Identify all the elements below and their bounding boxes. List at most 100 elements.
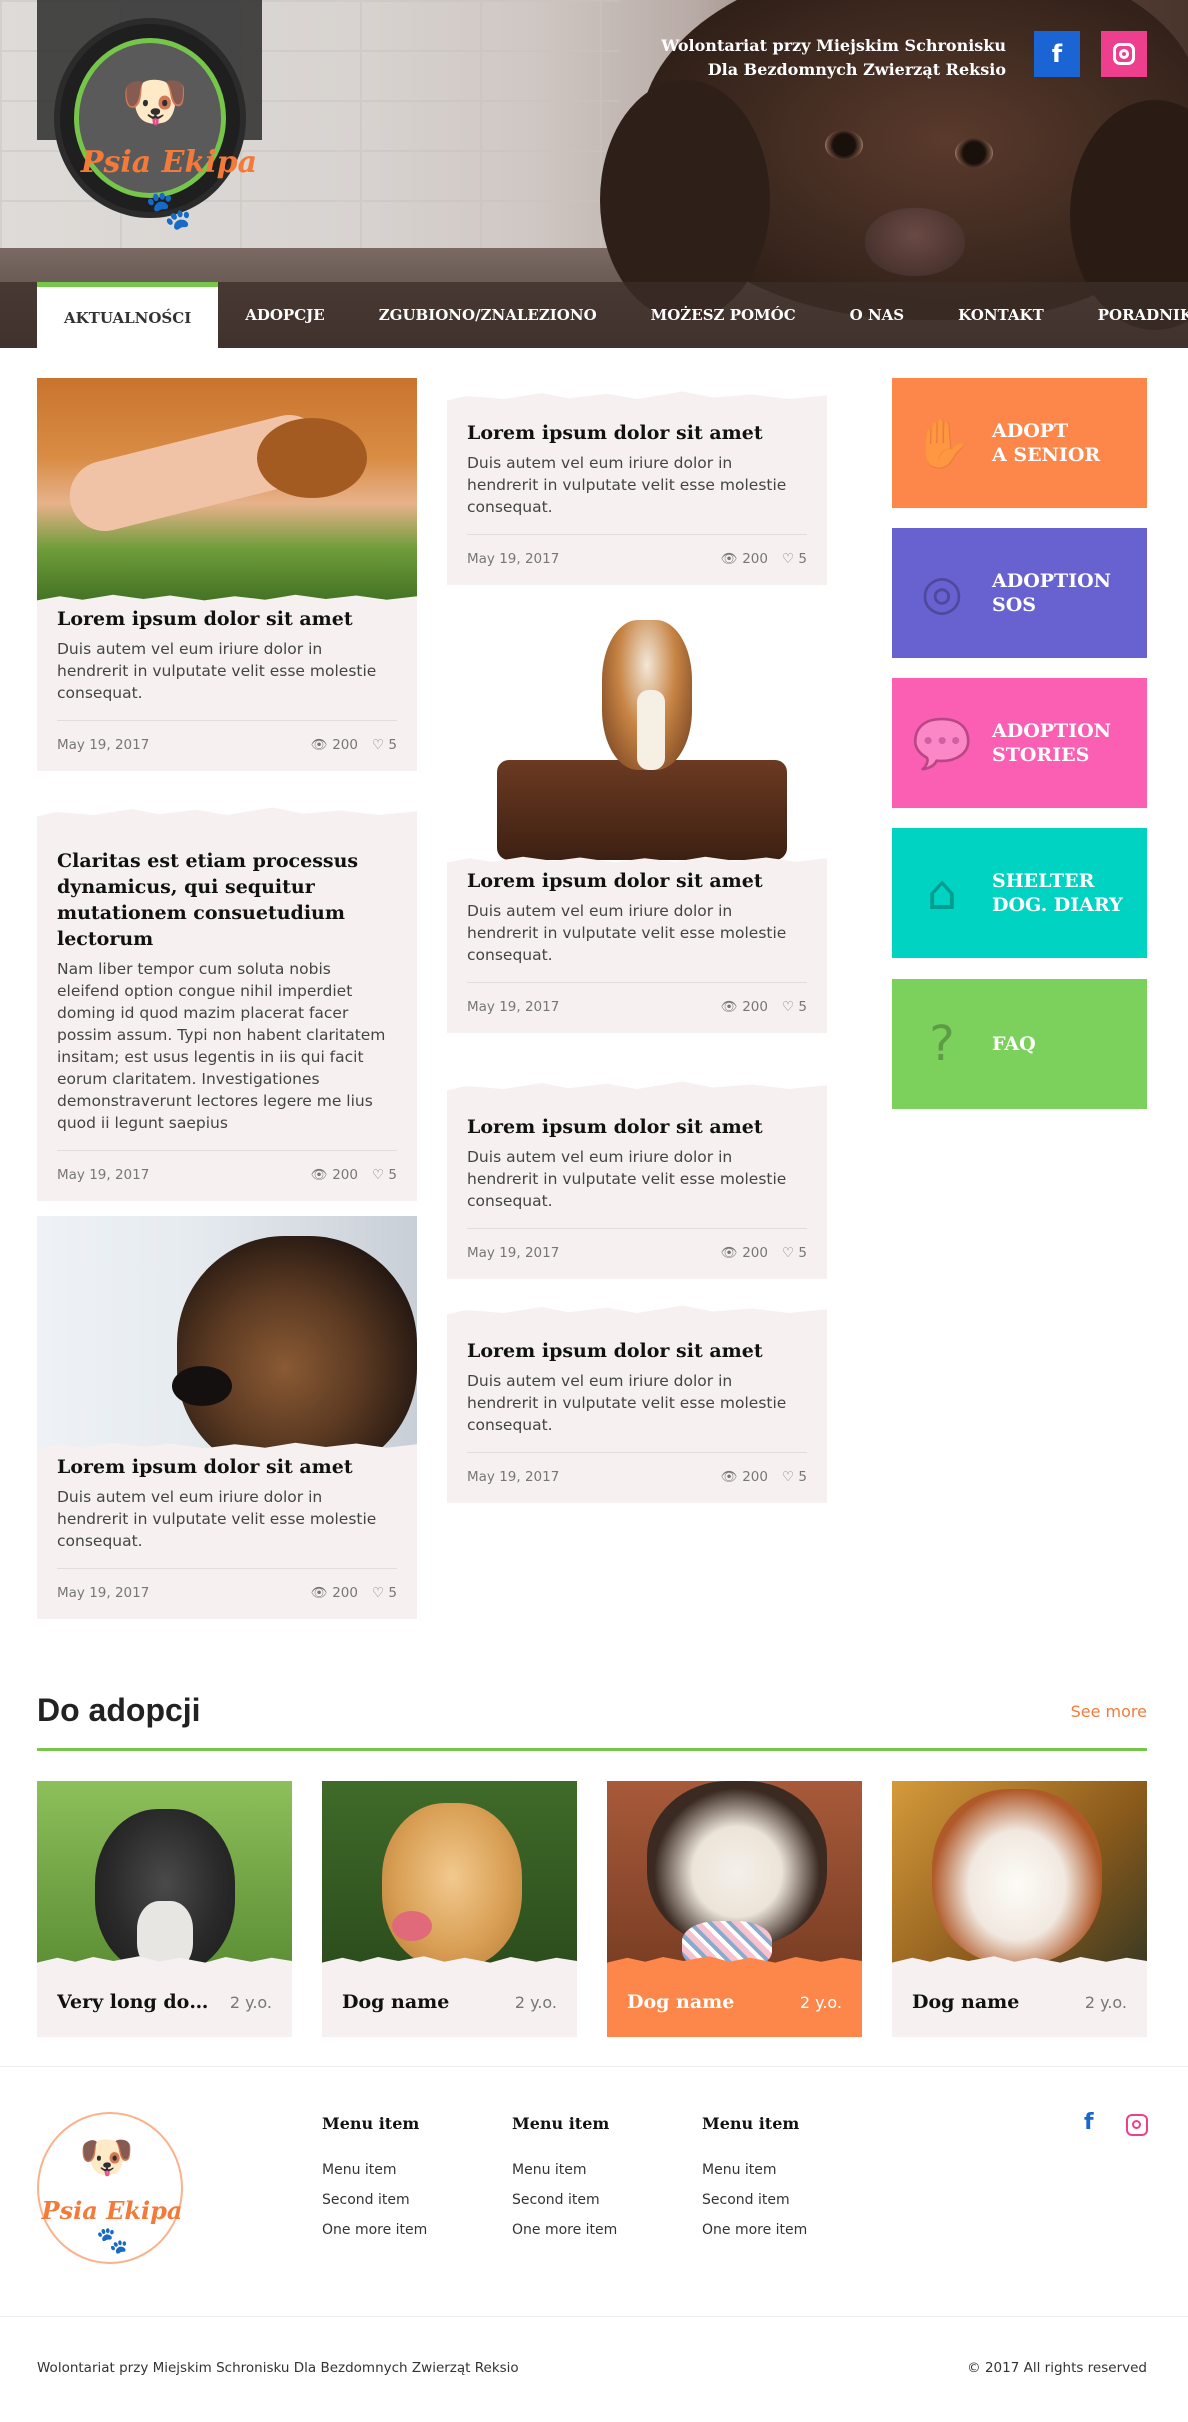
pet-age: 2 y.o.	[799, 1993, 842, 2012]
card-title[interactable]: Lorem ipsum dolor sit amet	[467, 1338, 807, 1364]
card-excerpt: Nam liber tempor cum soluta nobis eleife…	[57, 960, 386, 1132]
view-count: 200	[742, 551, 768, 567]
nav-item-mozesz-pomoc[interactable]: MOŻESZ POMÓC	[624, 282, 823, 348]
heart-icon[interactable]: ♡	[372, 737, 384, 753]
pet-card[interactable]: Dog name 2 y.o.	[322, 1781, 577, 2037]
nav-item-aktualnosci[interactable]: AKTUALNOŚCI	[37, 282, 219, 348]
eye-icon: 👁	[720, 551, 738, 567]
view-count: 200	[742, 1245, 768, 1261]
footer-copyright: © 2017 All rights reserved	[967, 2360, 1147, 2376]
news-card[interactable]: Lorem ipsum dolor sit amet Duis autem ve…	[37, 378, 417, 771]
footer-link[interactable]: One more item	[322, 2215, 427, 2245]
heart-icon[interactable]: ♡	[782, 1469, 794, 1485]
dog-house-icon: ⌂	[926, 865, 958, 921]
card-excerpt: Duis autem vel eum iriure dolor in hendr…	[467, 902, 787, 964]
tile-label: SHELTER DOG. DIARY	[992, 870, 1123, 916]
card-title[interactable]: Lorem ipsum dolor sit amet	[467, 420, 807, 446]
like-count: 5	[798, 999, 807, 1015]
eye-icon: 👁	[310, 737, 328, 753]
card-title[interactable]: Lorem ipsum dolor sit amet	[467, 1114, 807, 1140]
footer-link[interactable]: Menu item	[702, 2155, 807, 2185]
pet-age: 2 y.o.	[514, 1993, 557, 2012]
see-more-link[interactable]: See more	[1071, 1702, 1147, 1721]
pets-icon: 🐶	[79, 2132, 134, 2183]
pet-card[interactable]: Dog name 2 y.o.	[892, 1781, 1147, 2037]
like-count: 5	[388, 1585, 397, 1601]
logo-text: Psia Ekipa	[80, 145, 258, 180]
card-meta: May 19, 2017 👁 200 ♡ 5	[467, 1228, 807, 1279]
tile-label: FAQ	[992, 1033, 1036, 1055]
card-excerpt: Duis autem vel eum iriure dolor in hendr…	[467, 1372, 787, 1434]
instagram-icon	[1113, 43, 1135, 65]
footer-instagram-icon[interactable]	[1126, 2114, 1148, 2136]
paw-icon: 🐾	[145, 188, 193, 232]
nav-item-adopcje[interactable]: ADOPCJE	[218, 282, 351, 348]
facebook-icon: f	[1051, 40, 1063, 68]
footer-logo[interactable]: 🐶 Psia Ekipa 🐾	[37, 2112, 183, 2264]
footer-link[interactable]: One more item	[512, 2215, 617, 2245]
footer-bottom-divider	[0, 2316, 1188, 2317]
pet-card[interactable]: Very long dog name 2 y.o.	[37, 1781, 292, 2037]
site-logo[interactable]: 🐶 Psia Ekipa 🐾	[54, 18, 257, 229]
news-card[interactable]: Lorem ipsum dolor sit amet Duis autem ve…	[447, 391, 827, 585]
news-card[interactable]: Claritas est etiam processus dynamicus, …	[37, 807, 417, 1201]
footer-credit: Wolontariat przy Miejskim Schronisku Dla…	[37, 2360, 519, 2376]
card-title[interactable]: Lorem ipsum dolor sit amet	[467, 868, 807, 894]
footer-logo-text: Psia Ekipa	[41, 2196, 183, 2225]
footer-facebook-icon[interactable]: f	[1084, 2110, 1094, 2135]
footer-heading: Menu item	[512, 2114, 610, 2133]
pet-photo	[607, 1781, 862, 1967]
footer-link[interactable]: Menu item	[322, 2155, 427, 2185]
view-count: 200	[332, 737, 358, 753]
nav-item-o-nas[interactable]: O NAS	[823, 282, 931, 348]
pet-card-highlighted[interactable]: Dog name 2 y.o.	[607, 1781, 862, 2037]
eye-icon: 👁	[310, 1167, 328, 1183]
footer-link[interactable]: Second item	[512, 2185, 617, 2215]
tile-adopt-a-senior[interactable]: ✋ ADOPT A SENIOR	[892, 378, 1147, 508]
heart-icon[interactable]: ♡	[372, 1585, 384, 1601]
card-meta: May 19, 2017 👁 200 ♡ 5	[57, 1150, 397, 1201]
pet-name: Dog name	[912, 1991, 1020, 2013]
footer-divider	[0, 2066, 1188, 2067]
news-card[interactable]: Lorem ipsum dolor sit amet Duis autem ve…	[447, 1305, 827, 1503]
facebook-button[interactable]: f	[1034, 31, 1080, 77]
pet-name: Very long dog name	[57, 1991, 217, 2013]
nav-item-kontakt[interactable]: KONTAKT	[931, 282, 1071, 348]
card-meta: May 19, 2017 👁 200 ♡ 5	[467, 1452, 807, 1503]
like-count: 5	[798, 551, 807, 567]
heart-icon[interactable]: ♡	[782, 1245, 794, 1261]
pet-name: Dog name	[342, 1991, 450, 2013]
card-excerpt: Duis autem vel eum iriure dolor in hendr…	[467, 454, 787, 516]
tile-faq[interactable]: ? FAQ	[892, 979, 1147, 1109]
like-count: 5	[388, 737, 397, 753]
pets-icon: 🐶	[121, 70, 189, 133]
footer-link[interactable]: Menu item	[512, 2155, 617, 2185]
news-card[interactable]: Lorem ipsum dolor sit amet Duis autem ve…	[37, 1216, 417, 1619]
card-image-shepherd	[37, 1216, 417, 1454]
news-card[interactable]: Lorem ipsum dolor sit amet Duis autem ve…	[447, 1081, 827, 1279]
eye-icon: 👁	[310, 1585, 328, 1601]
instagram-button[interactable]	[1101, 31, 1147, 77]
eye-icon: 👁	[720, 1245, 738, 1261]
card-title[interactable]: Lorem ipsum dolor sit amet	[57, 1454, 397, 1480]
nav-item-poradnik[interactable]: PORADNIK	[1071, 282, 1188, 348]
heart-icon[interactable]: ♡	[782, 551, 794, 567]
news-card[interactable]: Lorem ipsum dolor sit amet Duis autem ve…	[447, 600, 827, 1033]
tile-label: ADOPTION STORIES	[992, 720, 1112, 766]
footer-link[interactable]: Second item	[322, 2185, 427, 2215]
card-meta: May 19, 2017 👁 200 ♡ 5	[467, 534, 807, 585]
tile-shelter-dog-diary[interactable]: ⌂ SHELTER DOG. DIARY	[892, 828, 1147, 958]
footer-link[interactable]: Second item	[702, 2185, 807, 2215]
tile-adoption-stories[interactable]: 💬 ADOPTION STORIES	[892, 678, 1147, 808]
footer-link[interactable]: One more item	[702, 2215, 807, 2245]
nav-item-zgubiono[interactable]: ZGUBIONO/ZNALEZIONO	[352, 282, 624, 348]
main-nav: AKTUALNOŚCI ADOPCJE ZGUBIONO/ZNALEZIONO …	[0, 282, 1188, 348]
heart-icon[interactable]: ♡	[372, 1167, 384, 1183]
footer-column: Menu item Menu item Second item One more…	[322, 2114, 427, 2245]
heart-icon[interactable]: ♡	[782, 999, 794, 1015]
card-title[interactable]: Lorem ipsum dolor sit amet	[57, 606, 397, 632]
card-title[interactable]: Claritas est etiam processus dynamicus, …	[57, 848, 397, 952]
card-date: May 19, 2017	[57, 1585, 150, 1601]
like-count: 5	[798, 1469, 807, 1485]
tile-adoption-sos[interactable]: ◎ ADOPTION SOS	[892, 528, 1147, 658]
